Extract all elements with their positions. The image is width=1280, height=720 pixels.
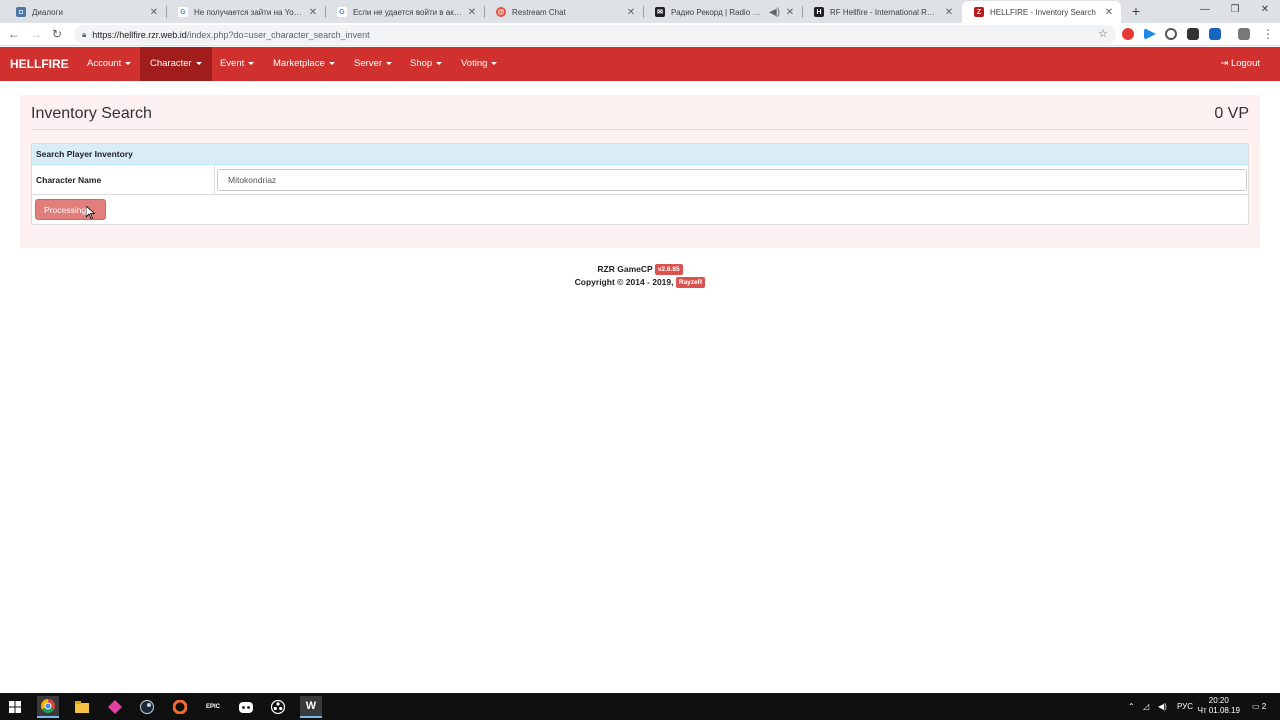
logout-link[interactable]: ⇥ Logout <box>1220 47 1260 81</box>
language-indicator[interactable]: РУС <box>1177 693 1193 720</box>
back-icon[interactable]: ← <box>6 26 22 42</box>
close-icon[interactable]: ✕ <box>625 7 637 18</box>
close-icon[interactable]: ✕ <box>307 7 319 18</box>
form-header: Search Player Inventory <box>32 144 1248 165</box>
wargaming-icon[interactable]: W <box>300 696 322 718</box>
nav-server[interactable]: Server <box>344 47 402 81</box>
browser-tab[interactable]: ◘ Диалоги ✕ <box>4 1 166 23</box>
hellfire-forum-icon: H <box>814 7 824 17</box>
caret-down-icon <box>436 61 443 65</box>
tray-overflow-icon[interactable]: ⌃ <box>1128 693 1135 720</box>
browser-tab[interactable]: ✉ Радио Рекорд | Radio Recor ◀) ✕ <box>643 1 802 23</box>
forward-icon[interactable]: → <box>28 26 44 42</box>
extension-play-icon[interactable] <box>1144 28 1156 40</box>
caret-down-icon <box>385 61 392 65</box>
close-icon[interactable]: ✕ <box>1103 7 1115 18</box>
browser-tab[interactable]: H RF Hellfire - International RF Ser ✕ <box>802 1 961 23</box>
character-name-cell <box>215 165 1248 195</box>
menu-icon[interactable]: ⋮ <box>1260 26 1276 42</box>
network-icon[interactable]: ◿ <box>1143 693 1149 720</box>
clock[interactable]: 20:20 Чт 01.08.19 <box>1198 696 1240 716</box>
close-icon[interactable]: ✕ <box>466 7 478 18</box>
browser-tab[interactable]: @ Restream Chat ✕ <box>484 1 643 23</box>
address-bar[interactable]: 🔒︎ https://hellfire.rzr.web.id/index.php… <box>74 25 1116 44</box>
chrome-icon[interactable] <box>37 696 59 718</box>
restore-icon[interactable]: ❐ <box>1220 0 1250 22</box>
author-badge[interactable]: RayzeR <box>675 277 706 289</box>
browser-tab[interactable]: G Не получается зайти на YouTub ✕ <box>166 1 325 23</box>
version-badge: v2.6.85 <box>654 264 683 276</box>
bookmark-star-icon[interactable]: ☆ <box>1098 27 1108 40</box>
processing-button[interactable]: Processing... <box>35 199 106 220</box>
taskbar: EPIC W ⌃ ◿ ◀) РУС 20:20 Чт 01.08.19 ▭ 2 <box>0 693 1280 720</box>
close-icon[interactable]: ✕ <box>784 7 796 18</box>
main-navbar: HELLFIRE Account Character Event Marketp… <box>0 47 1280 81</box>
title-divider <box>31 129 1249 130</box>
footer: RZR GameCP v2.6.85 Copyright © 2014 - 20… <box>0 263 1280 289</box>
caret-down-icon <box>328 61 335 65</box>
minimize-icon[interactable]: — <box>1190 0 1220 22</box>
steam-icon[interactable] <box>136 696 158 718</box>
nav-marketplace[interactable]: Marketplace <box>263 47 345 81</box>
nav-voting[interactable]: Voting <box>451 47 507 81</box>
close-icon[interactable]: ✕ <box>943 7 955 18</box>
nav-event[interactable]: Event <box>210 47 264 81</box>
caret-down-icon <box>125 61 132 65</box>
extension-calendar-icon[interactable] <box>1209 28 1221 40</box>
file-explorer-icon[interactable] <box>71 696 93 718</box>
logout-icon: ⇥ <box>1220 58 1231 69</box>
nav-account[interactable]: Account <box>77 47 141 81</box>
close-window-icon[interactable]: ✕ <box>1250 0 1280 22</box>
volume-icon[interactable]: ◀) <box>1158 693 1167 720</box>
nav-character[interactable]: Character <box>140 47 212 81</box>
epic-games-icon[interactable]: EPIC <box>202 696 224 718</box>
caret-down-icon <box>195 61 202 65</box>
origin-icon[interactable] <box>169 696 191 718</box>
character-name-input[interactable] <box>217 169 1247 191</box>
extension-circle-icon[interactable] <box>1165 28 1177 40</box>
content-panel: Inventory Search 0 VP Search Player Inve… <box>20 95 1260 248</box>
adblock-icon[interactable] <box>1122 28 1134 40</box>
mouse-cursor-icon <box>86 206 95 219</box>
vk-icon: ◘ <box>16 7 26 17</box>
browser-toolbar: ← → ↻ 🔒︎ https://hellfire.rzr.web.id/ind… <box>0 23 1280 46</box>
discord-icon[interactable] <box>235 696 257 718</box>
vote-points: 0 VP <box>1214 105 1249 122</box>
restream-icon: @ <box>496 7 506 17</box>
speaker-icon[interactable]: ◀) <box>769 7 780 18</box>
caret-down-icon <box>248 61 255 65</box>
app-diamond-icon[interactable] <box>104 696 126 718</box>
new-tab-button[interactable]: + <box>1128 2 1144 20</box>
obs-icon[interactable] <box>267 696 289 718</box>
brand-logo[interactable]: HELLFIRE <box>10 47 69 81</box>
nav-shop[interactable]: Shop <box>400 47 452 81</box>
lock-icon: 🔒︎ <box>82 29 87 39</box>
caret-down-icon <box>491 61 498 65</box>
character-name-label: Character Name <box>32 165 215 195</box>
browser-tab-strip: ◘ Диалоги ✕ G Не получается зайти на You… <box>0 0 1280 23</box>
google-icon: G <box>178 7 188 17</box>
notification-icon[interactable]: ▭ 2 <box>1252 693 1266 720</box>
reload-icon[interactable]: ↻ <box>49 26 65 42</box>
profile-icon[interactable] <box>1238 28 1250 40</box>
hellfire-icon: Z <box>974 7 984 17</box>
browser-tab-active[interactable]: Z HELLFIRE - Inventory Search ✕ <box>962 1 1121 23</box>
google-icon: G <box>337 7 347 17</box>
inventory-search-form: Search Player Inventory Character Name P… <box>31 143 1249 225</box>
page-title: Inventory Search <box>31 105 152 122</box>
windows-start-icon[interactable] <box>4 696 26 718</box>
browser-tab[interactable]: G Если не удается войти в аккаун ✕ <box>325 1 484 23</box>
close-icon[interactable]: ✕ <box>148 7 160 18</box>
radio-record-icon: ✉ <box>655 7 665 17</box>
extension-badge-icon[interactable] <box>1187 28 1199 40</box>
